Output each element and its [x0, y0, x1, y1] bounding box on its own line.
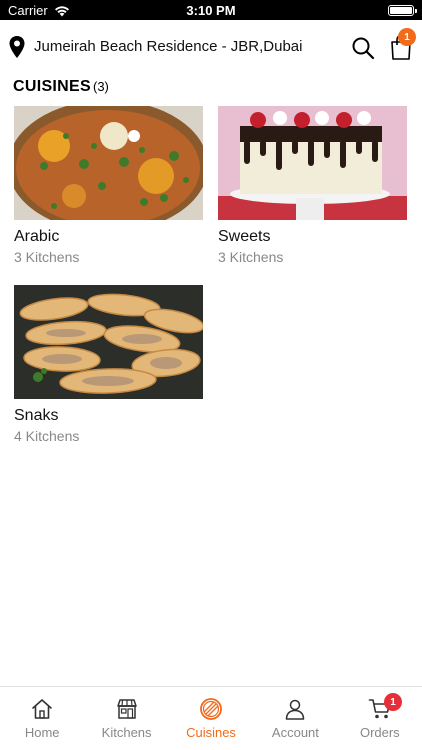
- tab-kitchens[interactable]: Kitchens: [84, 687, 168, 750]
- cuisine-name: Sweets: [218, 228, 271, 245]
- snaks-pastry-image: [14, 285, 203, 399]
- cuisine-name: Arabic: [14, 228, 60, 245]
- cuisine-card-arabic[interactable]: Arabic 3 Kitchens: [14, 106, 203, 265]
- bottom-tab-bar: Home Kitchens Cuisines Account Orders 1: [0, 686, 422, 750]
- cuisine-card-snaks[interactable]: Snaks 4 Kitchens: [14, 285, 203, 444]
- section-count: (3): [92, 79, 109, 94]
- cuisine-card-sweets[interactable]: Sweets 3 Kitchens: [218, 106, 407, 265]
- app-header: Jumeirah Beach Residence - JBR,Dubai 1: [0, 20, 422, 74]
- tab-label: Account: [271, 725, 319, 740]
- tab-label: Orders: [359, 725, 400, 740]
- delivery-location[interactable]: Jumeirah Beach Residence - JBR,Dubai: [34, 38, 302, 55]
- tab-home[interactable]: Home: [0, 687, 84, 750]
- storefront-icon: [116, 699, 137, 719]
- tab-label: Cuisines: [186, 725, 236, 740]
- bag-count-badge: 1: [398, 28, 416, 46]
- cuisine-name: Snaks: [14, 407, 59, 424]
- tab-orders[interactable]: Orders 1: [338, 687, 422, 750]
- tab-label: Kitchens: [101, 725, 152, 740]
- kitchen-count: 3 Kitchens: [218, 249, 284, 265]
- tab-label: Home: [24, 725, 60, 740]
- tab-cuisines[interactable]: Cuisines: [169, 687, 253, 750]
- status-time: 3:10 PM: [186, 3, 236, 18]
- user-icon: [286, 699, 305, 720]
- section-title: CUISINES (3): [13, 78, 109, 96]
- battery-icon: [388, 5, 417, 16]
- location-pin-icon[interactable]: [8, 35, 26, 59]
- sweets-cake-image: [218, 106, 407, 220]
- status-bar: Carrier 3:10 PM: [0, 0, 422, 20]
- arabic-food-image: [14, 106, 203, 220]
- cuisines-pizza-icon: [200, 698, 222, 720]
- home-icon: [32, 699, 53, 719]
- kitchen-count: 3 Kitchens: [14, 249, 80, 265]
- search-icon[interactable]: [351, 36, 375, 60]
- section-title-label: CUISINES: [13, 78, 91, 95]
- tab-account[interactable]: Account: [253, 687, 337, 750]
- kitchen-count: 4 Kitchens: [14, 428, 80, 444]
- cart-count-badge: 1: [384, 693, 403, 711]
